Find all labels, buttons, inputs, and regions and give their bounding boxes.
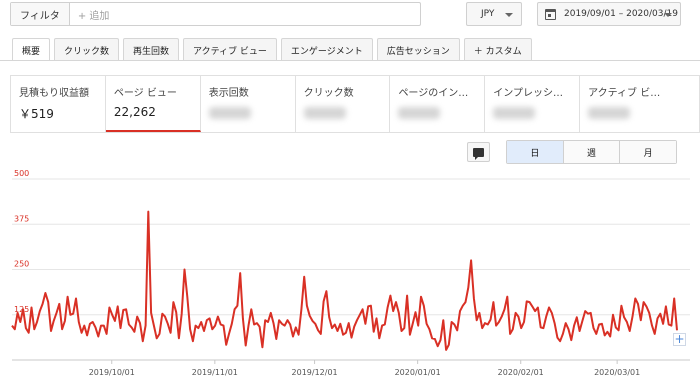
metric-label: アクティブ ビ… xyxy=(588,88,661,99)
x-tick-label: 2019/10/01 xyxy=(89,368,135,377)
granularity-day-button[interactable]: 日 xyxy=(507,141,564,163)
metric-value: 22,262 xyxy=(113,105,156,119)
hidden-metric-value xyxy=(398,107,441,119)
x-tick-label: 2019/12/01 xyxy=(292,368,338,377)
hidden-metric-value xyxy=(303,107,346,119)
filter-label: フィルタ xyxy=(11,3,70,25)
hidden-metric-value xyxy=(588,107,631,119)
metric-card-impression-rpm[interactable]: インプレッシ… xyxy=(485,76,581,132)
tab-engagement[interactable]: エンゲージメント xyxy=(280,38,373,61)
granularity-toggle: 日 週 月 xyxy=(506,140,677,164)
metric-label: インプレッシ… xyxy=(493,88,563,99)
metric-card-impressions[interactable]: 表示回数 xyxy=(201,76,296,132)
currency-select[interactable]: JPY xyxy=(466,2,522,26)
metric-label: 表示回数 xyxy=(208,88,249,99)
currency-value: JPY xyxy=(481,9,495,19)
x-tick-label: 2020/02/01 xyxy=(498,368,544,377)
hidden-metric-value xyxy=(208,107,251,119)
metric-card-page-views[interactable]: ページ ビュー 22,262 xyxy=(105,76,201,132)
add-filter-input[interactable]: + 追加 xyxy=(70,7,110,22)
granularity-week-button[interactable]: 週 xyxy=(563,141,621,163)
metric-card-clicks[interactable]: クリック数 xyxy=(296,76,391,132)
metric-label: クリック数 xyxy=(303,88,354,99)
tab-plays[interactable]: 再生回数 xyxy=(123,38,180,61)
metric-label: ページ ビュー xyxy=(113,88,177,99)
metric-card-estimated-earnings[interactable]: 見積もり収益額 ￥519 xyxy=(11,76,106,132)
x-tick-label: 2019/11/01 xyxy=(192,368,238,377)
plus-icon[interactable]: + xyxy=(673,333,686,346)
hidden-metric-value xyxy=(493,107,536,119)
y-tick-label: 375 xyxy=(14,214,29,223)
date-range-picker[interactable]: 2019/09/01 – 2020/03/19 xyxy=(537,2,681,26)
annotation-button[interactable] xyxy=(467,142,490,162)
metric-label: 見積もり収益額 xyxy=(19,88,89,99)
tabs-divider xyxy=(0,60,700,61)
granularity-month-button[interactable]: 月 xyxy=(620,141,677,163)
tab-overview[interactable]: 概要 xyxy=(12,38,51,61)
x-tick-label: 2020/03/01 xyxy=(594,368,640,377)
metric-cards: 見積もり収益額 ￥519 ページ ビュー 22,262 表示回数 クリック数 ペ… xyxy=(10,75,700,133)
calendar-icon xyxy=(545,8,556,20)
metric-card-page-impressions[interactable]: ページのイン… xyxy=(390,76,486,132)
tab-ad-sessions[interactable]: 広告セッション xyxy=(376,38,460,61)
metric-card-active-view[interactable]: アクティブ ビ… xyxy=(580,76,700,132)
chevron-down-icon xyxy=(505,13,513,17)
filter-bar[interactable]: フィルタ + 追加 xyxy=(10,2,421,26)
y-tick-label: 500 xyxy=(14,170,29,178)
tab-active-view[interactable]: アクティブ ビュー xyxy=(183,38,277,61)
comment-icon xyxy=(473,147,484,160)
page-views-chart: 1252503755002019/10/01 2019/11/01 2019/12/… xyxy=(11,170,690,377)
x-tick-label: 2020/01/01 xyxy=(395,368,441,377)
tab-clicks[interactable]: クリック数 xyxy=(54,38,120,61)
report-tabs: 概要 クリック数 再生回数 アクティブ ビュー エンゲージメント 広告セッション… xyxy=(12,38,536,61)
metric-value: ￥519 xyxy=(19,107,54,121)
y-tick-label: 250 xyxy=(14,260,29,269)
tab-custom[interactable]: ＋ カスタム xyxy=(463,38,532,61)
metric-label: ページのイン… xyxy=(398,88,469,99)
series-line-page-views xyxy=(11,210,678,351)
chevron-down-icon xyxy=(664,13,672,17)
date-range-value: 2019/09/01 – 2020/03/19 xyxy=(564,9,678,19)
